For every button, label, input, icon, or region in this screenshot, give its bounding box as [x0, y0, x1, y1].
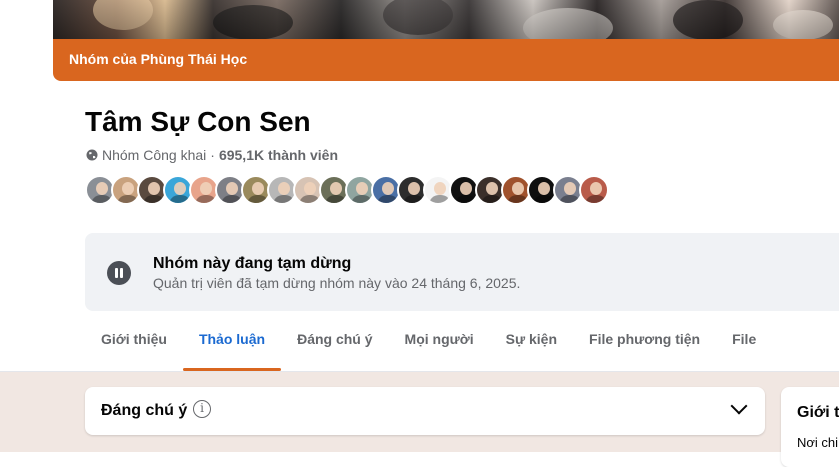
paused-notice: Nhóm này đang tạm dừng Quản trị viên đã …	[85, 233, 839, 311]
group-tabs: Giới thiệu Thảo luận Đáng chú ý Mọi người Sự…	[85, 318, 772, 371]
about-card-text: Nơi chi	[797, 435, 839, 450]
member-avatar[interactable]	[579, 175, 609, 205]
group-title: Tâm Sự Con Sen	[85, 106, 311, 137]
tab-5[interactable]: File phương tiện	[573, 318, 716, 368]
meta-separator: ·	[210, 147, 215, 163]
group-owner-text[interactable]: Nhóm của Phùng Thái Học	[69, 51, 247, 67]
tab-6[interactable]: File	[716, 318, 772, 368]
tab-1[interactable]: Thảo luận	[182, 318, 282, 371]
group-meta: Nhóm Công khai · 695,1K thành viên	[86, 147, 338, 163]
paused-subtitle: Quản trị viên đã tạm dừng nhóm này vào 2…	[153, 275, 521, 291]
cover-photo[interactable]	[53, 0, 839, 40]
featured-title: Đáng chú ý	[101, 402, 188, 419]
tab-2[interactable]: Đáng chú ý	[281, 318, 388, 368]
pause-icon	[107, 261, 131, 285]
featured-card[interactable]: Đáng chú ý i	[85, 387, 765, 435]
group-owner-banner[interactable]: Nhóm của Phùng Thái Học	[53, 39, 839, 81]
info-icon[interactable]: i	[193, 400, 211, 418]
about-card-title: Giới th	[797, 404, 839, 421]
member-avatars[interactable]	[85, 175, 609, 205]
tab-0[interactable]: Giới thiệu	[85, 318, 183, 368]
group-privacy[interactable]: Nhóm Công khai	[102, 147, 206, 163]
tab-3[interactable]: Mọi người	[389, 318, 490, 368]
globe-icon	[86, 149, 98, 161]
about-card: Giới th Nơi chi	[781, 387, 839, 467]
paused-title: Nhóm này đang tạm dừng	[153, 255, 352, 272]
chevron-down-icon[interactable]	[730, 397, 748, 415]
tab-4[interactable]: Sự kiện	[490, 318, 573, 368]
member-count[interactable]: 695,1K thành viên	[219, 147, 338, 163]
